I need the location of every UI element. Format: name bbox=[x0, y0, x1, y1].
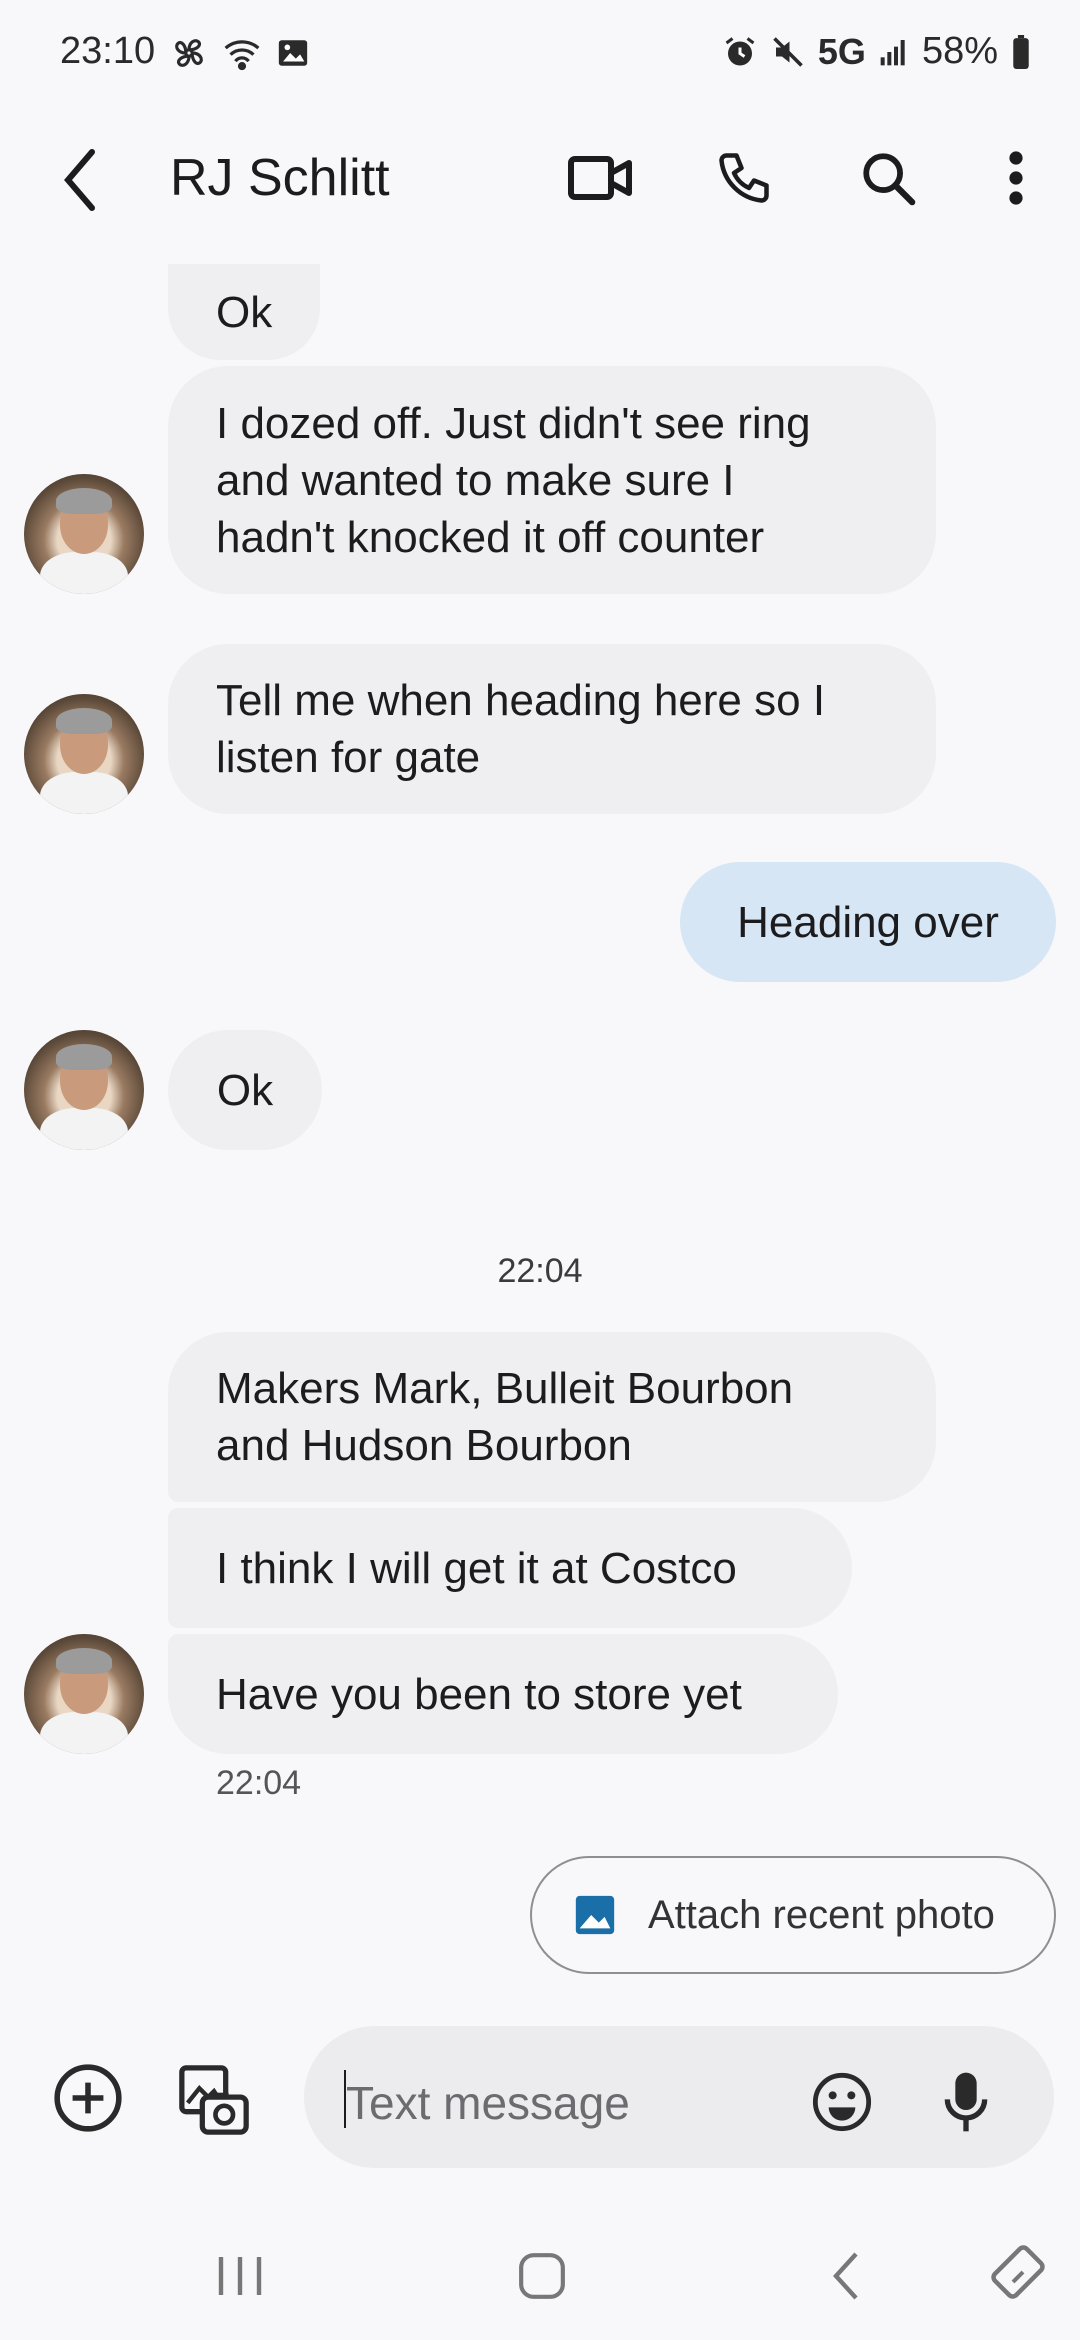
recent-apps-button[interactable] bbox=[200, 2236, 280, 2316]
emoji-icon bbox=[812, 2072, 872, 2132]
message-bubble-incoming[interactable]: Have you been to store yet bbox=[168, 1634, 838, 1754]
back-button[interactable] bbox=[50, 140, 110, 220]
search-button[interactable] bbox=[848, 138, 928, 218]
phone-call-button[interactable] bbox=[704, 138, 784, 218]
message-line: and wanted to make sure I bbox=[216, 455, 735, 505]
contact-avatar[interactable] bbox=[24, 694, 144, 814]
status-time: 23:10 bbox=[60, 30, 156, 72]
recent-apps-icon bbox=[218, 2257, 262, 2295]
gallery-camera-icon bbox=[179, 2065, 249, 2135]
message-bubble-outgoing[interactable]: Heading over bbox=[680, 862, 1056, 982]
more-icon bbox=[1009, 151, 1023, 205]
message-line: hadn't knocked it off counter bbox=[216, 512, 765, 562]
gallery-icon bbox=[575, 1895, 615, 1935]
contact-avatar[interactable] bbox=[24, 1030, 144, 1150]
message-line: listen for gate bbox=[216, 733, 481, 782]
message-line: Makers Mark, Bulleit Bourbon bbox=[216, 1364, 794, 1413]
contact-name[interactable]: RJ Schlitt bbox=[170, 148, 390, 208]
video-call-icon bbox=[568, 156, 632, 200]
message-text: I think I will get it at Costco bbox=[216, 1543, 737, 1593]
mute-icon bbox=[773, 36, 803, 67]
add-attachment-button[interactable] bbox=[48, 2058, 128, 2138]
rotate-screen-icon bbox=[991, 2245, 1045, 2299]
battery-icon bbox=[1013, 34, 1029, 69]
attach-recent-photo-label: Attach recent photo bbox=[648, 1892, 995, 1937]
status-bar: 23:10 5G 58% bbox=[0, 0, 1080, 110]
attach-recent-photo-button[interactable]: Attach recent photo bbox=[530, 1856, 1056, 1974]
phone-icon bbox=[719, 153, 769, 203]
home-button[interactable] bbox=[502, 2236, 582, 2316]
message-bubble-incoming[interactable]: I dozed off. Just didn't see ring and wa… bbox=[168, 366, 936, 594]
nav-back-button[interactable] bbox=[806, 2236, 886, 2316]
status-left-icons bbox=[170, 34, 310, 72]
message-bubble-incoming[interactable]: Tell me when heading here so I listen fo… bbox=[168, 644, 936, 814]
fan-icon bbox=[175, 39, 203, 67]
message-bubble-incoming[interactable]: Ok bbox=[168, 1030, 322, 1150]
home-icon bbox=[519, 2253, 565, 2299]
more-options-button[interactable] bbox=[976, 138, 1056, 218]
message-timestamp: 22:04 bbox=[216, 1764, 302, 1802]
date-divider-timestamp: 22:04 bbox=[497, 1252, 583, 1290]
contact-avatar[interactable] bbox=[24, 474, 144, 594]
battery-level: 58% bbox=[921, 30, 998, 72]
contact-avatar[interactable] bbox=[24, 1634, 144, 1754]
rotate-screen-button[interactable] bbox=[976, 2230, 1060, 2314]
message-text: Heading over bbox=[737, 897, 999, 947]
nav-back-icon bbox=[833, 2252, 858, 2300]
image-icon bbox=[278, 40, 308, 66]
search-icon bbox=[863, 153, 916, 206]
video-call-button[interactable] bbox=[560, 138, 640, 218]
emoji-button[interactable] bbox=[806, 2066, 878, 2138]
plus-circle-icon bbox=[54, 2064, 122, 2132]
status-right: 5G 58% bbox=[722, 30, 1032, 73]
network-type: 5G bbox=[817, 30, 866, 72]
message-bubble-incoming[interactable]: Ok bbox=[168, 264, 321, 360]
chevron-left-icon bbox=[64, 149, 95, 211]
message-text: Ok bbox=[216, 287, 273, 337]
gallery-camera-button[interactable] bbox=[172, 2058, 256, 2142]
message-line: Tell me when heading here so I bbox=[216, 676, 826, 725]
alarm-icon bbox=[725, 36, 755, 65]
message-bubble-incoming[interactable]: Makers Mark, Bulleit Bourbon and Hudson … bbox=[168, 1332, 936, 1502]
microphone-icon bbox=[944, 2072, 988, 2132]
message-text: Have you been to store yet bbox=[216, 1669, 742, 1719]
message-line: and Hudson Bourbon bbox=[216, 1421, 632, 1470]
wifi-icon bbox=[224, 40, 260, 71]
signal-icon bbox=[880, 39, 905, 65]
message-text: Ok bbox=[216, 1065, 274, 1115]
voice-input-button[interactable] bbox=[930, 2066, 1002, 2138]
message-line: I dozed off. Just didn't see ring bbox=[216, 398, 811, 448]
message-bubble-incoming[interactable]: I think I will get it at Costco bbox=[168, 1508, 852, 1628]
message-input-placeholder: Text message bbox=[346, 2077, 630, 2129]
